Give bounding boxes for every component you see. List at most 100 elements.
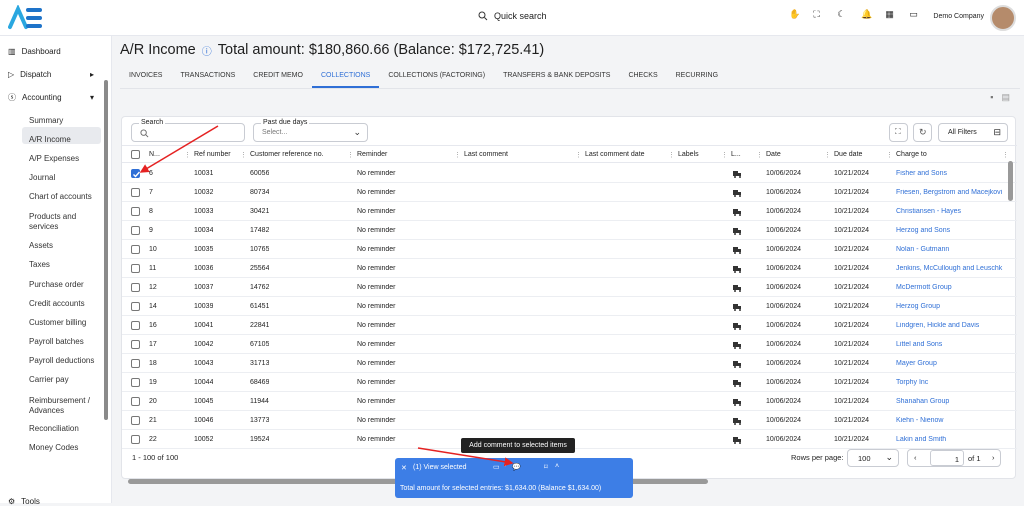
cell-charge[interactable]: Nolan - Gutmann	[896, 246, 1008, 253]
hand-icon[interactable]: ✋	[789, 9, 803, 23]
close-icon[interactable]: ✕	[401, 464, 407, 472]
cell-charge[interactable]: Shanahan Group	[896, 398, 1008, 405]
column-menu-icon[interactable]: ⋮	[1002, 151, 1009, 159]
column-menu-icon[interactable]: ⋮	[184, 151, 191, 159]
column-menu-icon[interactable]: ⋮	[756, 151, 763, 159]
tab-transfers-bank-deposits[interactable]: TRANSFERS & BANK DEPOSITS	[494, 68, 619, 88]
table-row[interactable]: 16 10041 22841 No reminder 10/06/2024 10/21/2…	[122, 316, 1017, 335]
column-menu-icon[interactable]: ⋮	[668, 151, 675, 159]
sidebar-subitem[interactable]: A/P Expenses	[29, 154, 99, 164]
refresh-button[interactable]: ↻	[913, 123, 932, 142]
moon-icon[interactable]: ☾	[837, 9, 851, 23]
comment-icon[interactable]: 💬	[512, 463, 521, 471]
sidebar-subitem[interactable]: Reconciliation	[29, 424, 99, 434]
chevron-up-icon[interactable]: ˄	[555, 463, 559, 470]
column-header[interactable]: Charge to	[896, 151, 927, 158]
page-number-input[interactable]: 1	[930, 450, 964, 466]
table-row[interactable]: 17 10042 67105 No reminder 10/06/2024 10/21/2…	[122, 335, 1017, 354]
sidebar-subitem[interactable]: Journal	[29, 173, 99, 183]
sidebar-subitem[interactable]: Summary	[29, 116, 99, 126]
column-header[interactable]: Labels	[678, 151, 699, 158]
company-name[interactable]: Demo Company	[933, 13, 984, 20]
column-header[interactable]: N...	[149, 151, 160, 158]
table-row[interactable]: 9 10034 17482 No reminder 10/06/2024 10/21/20…	[122, 221, 1017, 240]
tag-icon[interactable]: ⌑	[544, 463, 548, 471]
row-checkbox[interactable]	[131, 226, 140, 235]
cell-charge[interactable]: Friesen, Bergstrom and Macejkovi	[896, 189, 1008, 196]
cell-charge[interactable]: Kiehn - Nienow	[896, 417, 1008, 424]
row-checkbox[interactable]	[131, 245, 140, 254]
sidebar-subitem[interactable]: Payroll batches	[29, 337, 99, 347]
table-vertical-scrollbar[interactable]	[1008, 161, 1013, 201]
cell-charge[interactable]: Lindgren, Hickle and Davis	[896, 322, 1008, 329]
table-row[interactable]: 11 10036 25564 No reminder 10/06/2024 10/21/2…	[122, 259, 1017, 278]
row-checkbox[interactable]	[131, 283, 140, 292]
past-due-select[interactable]: Past due days Select... ⌄	[253, 119, 368, 142]
info-icon[interactable]: ⓘ	[202, 43, 212, 58]
table-row[interactable]: 21 10046 13773 No reminder 10/06/2024 10/21/2…	[122, 411, 1017, 430]
table-row[interactable]: 14 10039 61451 No reminder 10/06/2024 10/21/2…	[122, 297, 1017, 316]
sidebar-subitem[interactable]: Payroll deductions	[29, 356, 99, 366]
select-all-checkbox[interactable]	[131, 150, 140, 159]
sidebar-item-tools[interactable]: ⚙ Tools	[8, 497, 40, 506]
column-menu-icon[interactable]: ⋮	[240, 151, 247, 159]
cell-charge[interactable]: Christiansen - Hayes	[896, 208, 1008, 215]
cell-charge[interactable]: Fisher and Sons	[896, 170, 1008, 177]
sidebar-subitem[interactable]: Products and services	[29, 212, 99, 232]
avatar[interactable]	[990, 5, 1016, 31]
column-menu-icon[interactable]: ⋮	[824, 151, 831, 159]
all-filters-button[interactable]: All Filters ⊟	[938, 123, 1008, 142]
sidebar-subitem[interactable]: Purchase order	[29, 280, 99, 290]
cell-charge[interactable]: Herzog and Sons	[896, 227, 1008, 234]
row-checkbox[interactable]	[131, 169, 141, 178]
expand-button[interactable]: ⛶	[889, 123, 908, 142]
table-row[interactable]: 7 10032 80734 No reminder 10/06/2024 10/21/20…	[122, 183, 1017, 202]
row-checkbox[interactable]	[131, 359, 140, 368]
cell-charge[interactable]: Mayer Group	[896, 360, 1008, 367]
cell-charge[interactable]: Littel and Sons	[896, 341, 1008, 348]
company-icon[interactable]: ▭	[909, 9, 923, 23]
column-header[interactable]: Due date	[834, 151, 862, 158]
cell-charge[interactable]: Torphy Inc	[896, 379, 1008, 386]
tab-transactions[interactable]: TRANSACTIONS	[171, 68, 244, 88]
apps-grid-icon[interactable]: ▦	[885, 9, 899, 23]
row-checkbox[interactable]	[131, 397, 140, 406]
column-header[interactable]: L...	[731, 151, 741, 158]
invoice-icon[interactable]: ▭	[493, 463, 500, 471]
view-selected-button[interactable]: (1) View selected	[413, 464, 467, 471]
column-header[interactable]: Ref number	[194, 151, 231, 158]
sidebar-scrollbar[interactable]	[104, 80, 108, 420]
column-menu-icon[interactable]: ⋮	[721, 151, 728, 159]
column-menu-icon[interactable]: ⋮	[575, 151, 582, 159]
fullscreen-icon[interactable]: ⛶	[813, 9, 827, 23]
sidebar-item-dashboard[interactable]: ▥ Dashboard	[8, 47, 61, 56]
column-header[interactable]: Customer reference no.	[250, 151, 324, 158]
column-header[interactable]: Date	[766, 151, 781, 158]
prev-page-icon[interactable]: ‹	[914, 453, 917, 462]
row-checkbox[interactable]	[131, 340, 140, 349]
next-page-icon[interactable]: ›	[992, 453, 995, 462]
column-header[interactable]: Last comment	[464, 151, 508, 158]
column-menu-icon[interactable]: ⋮	[886, 151, 893, 159]
row-checkbox[interactable]	[131, 416, 140, 425]
table-row[interactable]: 12 10037 14762 No reminder 10/06/2024 10/21/2…	[122, 278, 1017, 297]
sidebar-subitem[interactable]: Reimbursement / Advances	[29, 396, 99, 416]
rows-per-page-select[interactable]: 100 ⌄	[847, 449, 899, 467]
table-row[interactable]: 19 10044 68469 No reminder 10/06/2024 10/21/2…	[122, 373, 1017, 392]
sidebar-subitem[interactable]: Assets	[29, 241, 99, 251]
row-checkbox[interactable]	[131, 321, 140, 330]
sidebar-subitem[interactable]: A/R Income	[29, 135, 99, 145]
row-checkbox[interactable]	[131, 302, 140, 311]
tab-collections-factoring-[interactable]: COLLECTIONS (FACTORING)	[379, 68, 494, 88]
tab-recurring[interactable]: RECURRING	[667, 68, 727, 88]
export-icon[interactable]: ▪	[990, 92, 993, 103]
table-row[interactable]: 6 10031 60056 No reminder 10/06/2024 10/21/20…	[122, 164, 1017, 183]
column-header[interactable]: Last comment date	[585, 151, 645, 158]
sidebar-subitem[interactable]: Customer billing	[29, 318, 99, 328]
sidebar-subitem[interactable]: Credit accounts	[29, 299, 99, 309]
table-row[interactable]: 10 10035 10765 No reminder 10/06/2024 10/21/2…	[122, 240, 1017, 259]
sidebar-item-dispatch[interactable]: ▷ Dispatch ▸	[8, 70, 94, 79]
tab-checks[interactable]: CHECKS	[619, 68, 666, 88]
tab-invoices[interactable]: INVOICES	[120, 68, 171, 88]
row-checkbox[interactable]	[131, 207, 140, 216]
